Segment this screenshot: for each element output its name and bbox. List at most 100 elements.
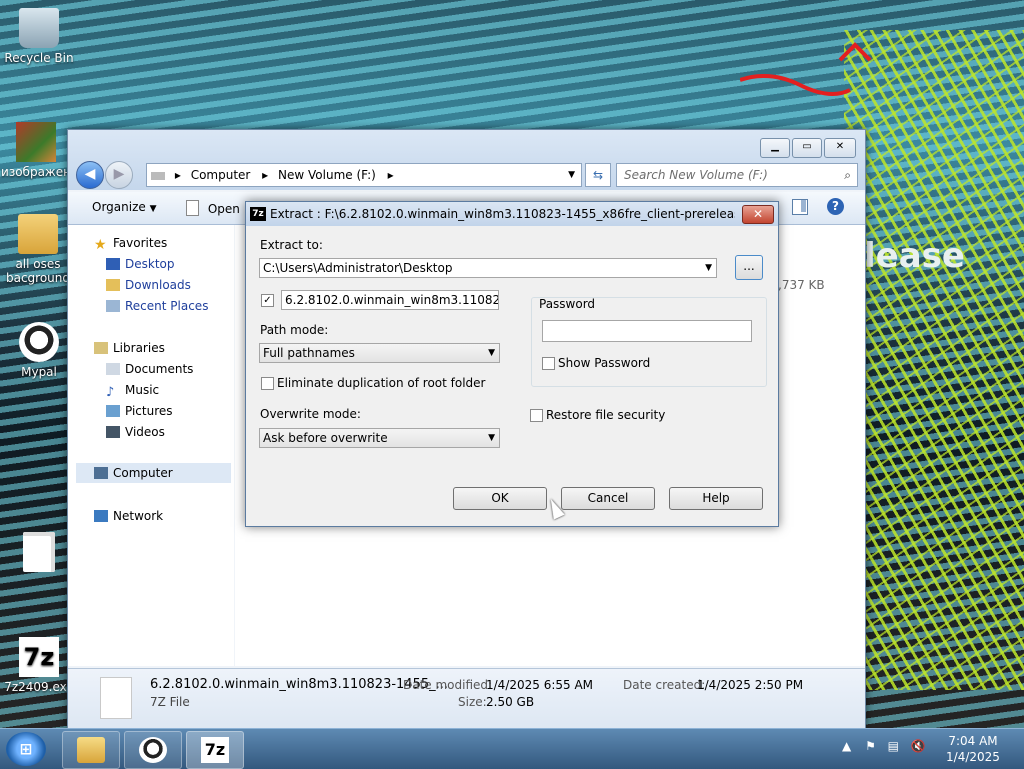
nav-pictures[interactable]: Pictures [106, 401, 173, 421]
password-input[interactable] [542, 320, 752, 342]
network-icon[interactable]: ▤ [888, 739, 899, 753]
desktop-icon-label: all oses bacground [5, 257, 71, 285]
navigation-pane: ★ Favorites Desktop Downloads Recent Plac… [68, 225, 234, 666]
desktop-icon-7z-installer[interactable]: 7z 7z2409.exe [1, 637, 77, 694]
maximize-button[interactable]: ▭ [792, 138, 822, 158]
7z-icon: 7z [19, 637, 59, 677]
open-label: Open [207, 202, 240, 216]
pictures-icon [106, 405, 120, 417]
path-mode-select[interactable]: Full pathnames ▼ [259, 343, 500, 363]
clock[interactable]: 7:04 AM 1/4/2025 [938, 733, 1008, 765]
minimize-button[interactable]: ▁ [760, 138, 790, 158]
restore-security-checkbox[interactable] [530, 409, 543, 422]
documents-icon [106, 363, 120, 375]
extract-to-combo[interactable]: C:\Users\Administrator\Desktop ▼ [259, 258, 717, 278]
address-bar[interactable]: ▸ Computer ▸ New Volume (F:) ▸ ▼ [146, 163, 582, 187]
details-modified-label: Date modified: [403, 678, 493, 692]
breadcrumb-new-volume[interactable]: New Volume (F:) [278, 168, 376, 182]
details-filetype: 7Z File [150, 695, 190, 709]
dialog-close-button[interactable]: ✕ [742, 205, 774, 224]
ok-button[interactable]: OK [453, 487, 547, 510]
details-pane: 6.2.8102.0.winmain_win8m3.110823-1455_..… [68, 668, 865, 729]
forward-arrow-icon: ▶ [113, 166, 125, 182]
refresh-button[interactable]: ⇆ [585, 163, 611, 187]
nav-computer[interactable]: Computer [76, 463, 231, 483]
subfolder-name-input[interactable]: 6.2.8102.0.winmain_win8m3.110823-1455_xl [281, 290, 499, 310]
open-button[interactable]: Open [186, 200, 240, 216]
search-input[interactable]: Search New Volume (F:) ⌕ [616, 163, 858, 187]
wallpaper-scribble [844, 30, 1024, 690]
show-hidden-icons-icon[interactable]: ▲ [842, 739, 851, 753]
7z-icon: 7z [201, 737, 229, 763]
recycle-bin-icon [19, 8, 59, 48]
clock-date: 1/4/2025 [946, 750, 1000, 764]
details-created-value: 1/4/2025 2:50 PM [697, 678, 804, 692]
drive-icon [151, 171, 165, 180]
windows-logo-icon: ⊞ [19, 740, 33, 758]
search-icon: ⌕ [844, 168, 851, 182]
show-password-label: Show Password [558, 356, 651, 370]
system-tray: ▲ ⚑ ▤ 🔇 [842, 739, 926, 753]
eliminate-duplication-label: Eliminate duplication of root folder [277, 376, 486, 390]
nav-network[interactable]: Network [94, 506, 163, 526]
nav-music[interactable]: ♪ Music [106, 380, 159, 400]
taskbar-7zip-button[interactable]: 7z [186, 731, 244, 769]
action-center-flag-icon[interactable]: ⚑ [865, 739, 876, 753]
refresh-icon: ⇆ [592, 168, 604, 182]
breadcrumb-separator-icon: ▸ [387, 168, 394, 182]
nav-videos[interactable]: Videos [106, 422, 165, 442]
start-button[interactable]: ⊞ [6, 732, 46, 766]
preview-pane-button[interactable] [792, 199, 808, 215]
document-icon [186, 200, 199, 216]
computer-icon [94, 467, 108, 479]
desktop-icon-oses-folder[interactable]: all oses bacground [0, 214, 76, 285]
nav-libraries[interactable]: Libraries [94, 338, 165, 358]
desktop-icon-label: Mypal [21, 365, 57, 379]
desktop-icon-image[interactable]: изображен [0, 122, 74, 179]
dialog-title: Extract : F:\6.2.8102.0.winmain_win8m3.1… [270, 207, 735, 221]
desktop-icon-recycle-bin[interactable]: Recycle Bin [1, 8, 77, 65]
nav-label: Network [113, 509, 164, 523]
star-icon: ★ [94, 237, 107, 253]
subfolder-name-value: 6.2.8102.0.winmain_win8m3.110823-1455_xl [285, 293, 498, 307]
cancel-button[interactable]: Cancel [561, 487, 655, 510]
address-dropdown-icon[interactable]: ▼ [568, 164, 575, 186]
help-dialog-button[interactable]: Help [669, 487, 763, 510]
chevron-down-icon: ▼ [705, 263, 712, 273]
subfolder-checkbox[interactable]: ✓ [261, 294, 274, 307]
nav-label: Computer [113, 466, 173, 480]
downloads-folder-icon [106, 279, 120, 291]
nav-recent-places[interactable]: Recent Places [106, 296, 208, 316]
desktop-icon-label: Recycle Bin [4, 51, 74, 65]
libraries-icon [94, 342, 108, 354]
taskbar: ⊞ 7z ▲ ⚑ ▤ 🔇 7:04 AM 1/4/2025 [0, 728, 1024, 769]
close-window-button[interactable]: ✕ [824, 138, 856, 158]
nav-label: Recent Places [125, 299, 209, 313]
overwrite-mode-select[interactable]: Ask before overwrite ▼ [259, 428, 500, 448]
wallpaper-text: lease [864, 236, 965, 276]
nav-label: Videos [125, 425, 165, 439]
show-password-checkbox[interactable] [542, 357, 555, 370]
nav-documents[interactable]: Documents [106, 359, 193, 379]
eliminate-duplication-checkbox[interactable] [261, 377, 274, 390]
nav-favorites[interactable]: ★ Favorites [94, 233, 167, 253]
taskbar-mypal-button[interactable] [124, 731, 182, 769]
nav-desktop[interactable]: Desktop [106, 254, 175, 274]
help-button[interactable]: ? [827, 198, 844, 215]
desktop-icon-file[interactable] [1, 532, 77, 575]
breadcrumb-computer[interactable]: Computer [191, 168, 251, 182]
nav-downloads[interactable]: Downloads [106, 275, 191, 295]
forward-button[interactable]: ▶ [105, 161, 133, 189]
path-mode-label: Path mode: [260, 323, 329, 337]
taskbar-explorer-button[interactable] [62, 731, 120, 769]
mypal-icon [19, 322, 59, 362]
details-size-label: Size: [458, 695, 487, 709]
image-file-icon [16, 122, 56, 162]
organize-button[interactable]: Organize ▼ [92, 200, 157, 214]
chevron-down-icon: ▼ [488, 433, 495, 443]
back-button[interactable]: ◀ [76, 161, 104, 189]
browse-button[interactable]: ... [735, 255, 763, 280]
volume-muted-icon[interactable]: 🔇 [911, 739, 926, 753]
desktop-icon-mypal[interactable]: Mypal [1, 322, 77, 379]
folder-icon [77, 737, 105, 763]
